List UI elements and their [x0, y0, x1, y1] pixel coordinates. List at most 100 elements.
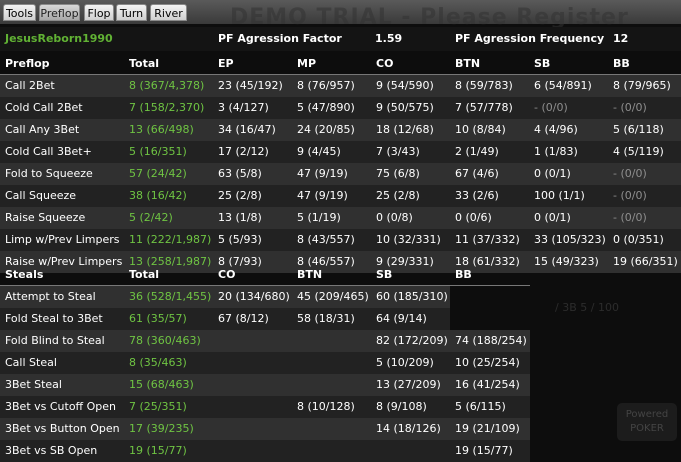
stat-cell-co: 9 (50/575) [376, 101, 434, 114]
stat-cell-ep: 5 (5/93) [218, 233, 262, 246]
stat-name: Raise Squeeze [5, 211, 86, 224]
stat-cell-sb: 14 (18/126) [376, 422, 441, 435]
stat-cell-bb: 8 (79/965) [613, 79, 671, 92]
stat-cell-bb: 4 (5/119) [613, 145, 664, 158]
stat-cell-co: 10 (32/331) [376, 233, 441, 246]
stat-cell-btn: 67 (4/6) [455, 167, 499, 180]
stat-cell-total: 8 (35/463) [129, 356, 187, 369]
stat-cell-total: 61 (35/57) [129, 312, 187, 325]
tab-flop[interactable]: Flop [84, 4, 114, 21]
column-header-ep[interactable]: EP [218, 53, 234, 75]
column-header-mp[interactable]: MP [297, 53, 316, 75]
column-header-steals[interactable]: Steals [5, 264, 43, 286]
pf-agression-factor-value: 1.59 [375, 32, 403, 45]
stat-cell-sb: 15 (49/323) [534, 255, 599, 268]
column-header-co[interactable]: CO [376, 53, 393, 75]
table-row[interactable]: Cold Call 2Bet 7 (158/2,370) 3 (4/127) 5 (4… [0, 97, 681, 119]
table-row[interactable]: 3Bet vs SB Open 19 (15/77) 19 (15/77) [0, 440, 530, 462]
column-header-sb[interactable]: SB [534, 53, 550, 75]
table-row[interactable]: Call 2Bet 8 (367/4,378) 23 (45/192) 8 (76/9… [0, 75, 681, 97]
stat-cell-co: 25 (2/8) [376, 189, 420, 202]
table-row[interactable]: 3Bet vs Cutoff Open 7 (25/351) 8 (10/128) 8… [0, 396, 530, 418]
stat-cell-ep: 34 (16/47) [218, 123, 276, 136]
stat-cell-bb: 0 (0/351) [613, 233, 664, 246]
tab-turn[interactable]: Turn [116, 4, 147, 21]
stat-cell-mp: 8 (76/957) [297, 79, 355, 92]
column-header-preflop[interactable]: Preflop [5, 53, 50, 75]
stat-cell-btn: 8 (10/128) [297, 400, 355, 413]
stat-cell-ep: 23 (45/192) [218, 79, 283, 92]
stat-cell-btn: 8 (59/783) [455, 79, 513, 92]
powered-poker-logo: Powered POKER [617, 403, 677, 441]
stat-cell-bb: 5 (6/118) [613, 123, 664, 136]
table-row[interactable]: 3Bet Steal 15 (68/463) 13 (27/209) 16 (41/2… [0, 374, 530, 396]
stat-cell-mp: 24 (20/85) [297, 123, 355, 136]
stat-name: Fold Steal to 3Bet [5, 312, 103, 325]
table-row[interactable]: Call Any 3Bet 13 (66/498) 34 (16/47) 24 (20… [0, 119, 681, 141]
stat-cell-btn: 58 (18/31) [297, 312, 355, 325]
stat-cell-bb: - (0/0) [613, 101, 647, 114]
table-row[interactable]: Call Steal 8 (35/463) 5 (10/209) 10 (25/254… [0, 352, 530, 374]
table-row[interactable]: Fold Blind to Steal 78 (360/463) 82 (172/2… [0, 330, 530, 352]
stat-cell-total: 8 (367/4,378) [129, 79, 205, 92]
column-header-co[interactable]: CO [218, 264, 235, 286]
stat-cell-co: 9 (54/590) [376, 79, 434, 92]
stat-cell-mp: 47 (9/19) [297, 167, 348, 180]
stat-cell-co: 18 (12/68) [376, 123, 434, 136]
column-header-btn[interactable]: BTN [455, 53, 480, 75]
tab-river[interactable]: River [150, 4, 187, 21]
preflop-header-row: Preflop Total EP MP CO BTN SB BB [0, 53, 681, 75]
table-row[interactable]: Limp w/Prev Limpers 11 (222/1,987) 5 (5/93… [0, 229, 681, 251]
stat-cell-bb: 19 (66/351) [613, 255, 678, 268]
stat-cell-bb: 19 (15/77) [455, 444, 513, 457]
stat-cell-btn: 2 (1/49) [455, 145, 499, 158]
pf-agression-factor-label: PF Agression Factor [218, 32, 342, 45]
stat-cell-ep: 17 (2/12) [218, 145, 269, 158]
tab-preflop[interactable]: Preflop [39, 4, 80, 21]
stat-cell-sb: 64 (9/14) [376, 312, 427, 325]
stat-cell-bb: 16 (41/254) [455, 378, 520, 391]
stat-cell-sb: 100 (1/1) [534, 189, 585, 202]
stat-cell-sb: 13 (27/209) [376, 378, 441, 391]
table-row[interactable]: 3Bet vs Button Open 17 (39/235) 14 (18/126… [0, 418, 530, 440]
stat-name: Limp w/Prev Limpers [5, 233, 120, 246]
stat-cell-sb: 5 (10/209) [376, 356, 434, 369]
stat-cell-bb: 19 (21/109) [455, 422, 520, 435]
column-header-total[interactable]: Total [129, 53, 159, 75]
stat-cell-btn: 10 (8/84) [455, 123, 506, 136]
stat-cell-sb: 82 (172/209) [376, 334, 448, 347]
stat-cell-bb: 5 (6/115) [455, 400, 506, 413]
player-name[interactable]: JesusReborn1990 [5, 27, 113, 51]
column-header-sb[interactable]: SB [376, 264, 392, 286]
column-header-bb[interactable]: BB [613, 53, 630, 75]
stat-name: Call Squeeze [5, 189, 77, 202]
column-header-bb[interactable]: BB [455, 264, 472, 286]
steals-header-row: Steals Total CO BTN SB BB [0, 264, 530, 286]
table-row[interactable]: Cold Call 3Bet+ 5 (16/351) 17 (2/12) 9 (4/4… [0, 141, 681, 163]
stat-cell-mp: 8 (43/557) [297, 233, 355, 246]
stat-name: Cold Call 2Bet [5, 101, 83, 114]
stat-cell-bb: 10 (25/254) [455, 356, 520, 369]
stat-cell-total: 5 (2/42) [129, 211, 173, 224]
table-row[interactable]: Raise Squeeze 5 (2/42) 13 (1/8) 5 (1/19) 0 (… [0, 207, 681, 229]
stat-cell-sb: 8 (9/108) [376, 400, 427, 413]
stat-cell-sb: 33 (105/323) [534, 233, 606, 246]
column-header-total[interactable]: Total [129, 264, 159, 286]
stat-cell-sb: 4 (4/96) [534, 123, 578, 136]
stat-cell-total: 57 (24/42) [129, 167, 187, 180]
stat-cell-ep: 3 (4/127) [218, 101, 269, 114]
table-row[interactable]: Fold to Squeeze 57 (24/42) 63 (5/8) 47 (9/1… [0, 163, 681, 185]
pf-agression-frequency-label: PF Agression Frequency [455, 32, 605, 45]
stat-cell-total: 13 (66/498) [129, 123, 194, 136]
tab-tools[interactable]: Tools [3, 4, 36, 21]
stat-cell-btn: 33 (2/6) [455, 189, 499, 202]
column-header-btn[interactable]: BTN [297, 264, 322, 286]
stat-cell-mp: 9 (4/45) [297, 145, 341, 158]
table-row[interactable]: Fold Steal to 3Bet 61 (35/57) 67 (8/12) 58 … [0, 308, 450, 330]
table-row[interactable]: Attempt to Steal 36 (528/1,455) 20 (134/68… [0, 286, 450, 308]
stat-cell-sb: 60 (185/310) [376, 290, 448, 303]
stat-name: 3Bet vs Button Open [5, 422, 120, 435]
table-row[interactable]: Call Squeeze 38 (16/42) 25 (2/8) 47 (9/19) 2… [0, 185, 681, 207]
stat-cell-bb: 74 (188/254) [455, 334, 527, 347]
stat-cell-sb: 0 (0/1) [534, 167, 571, 180]
